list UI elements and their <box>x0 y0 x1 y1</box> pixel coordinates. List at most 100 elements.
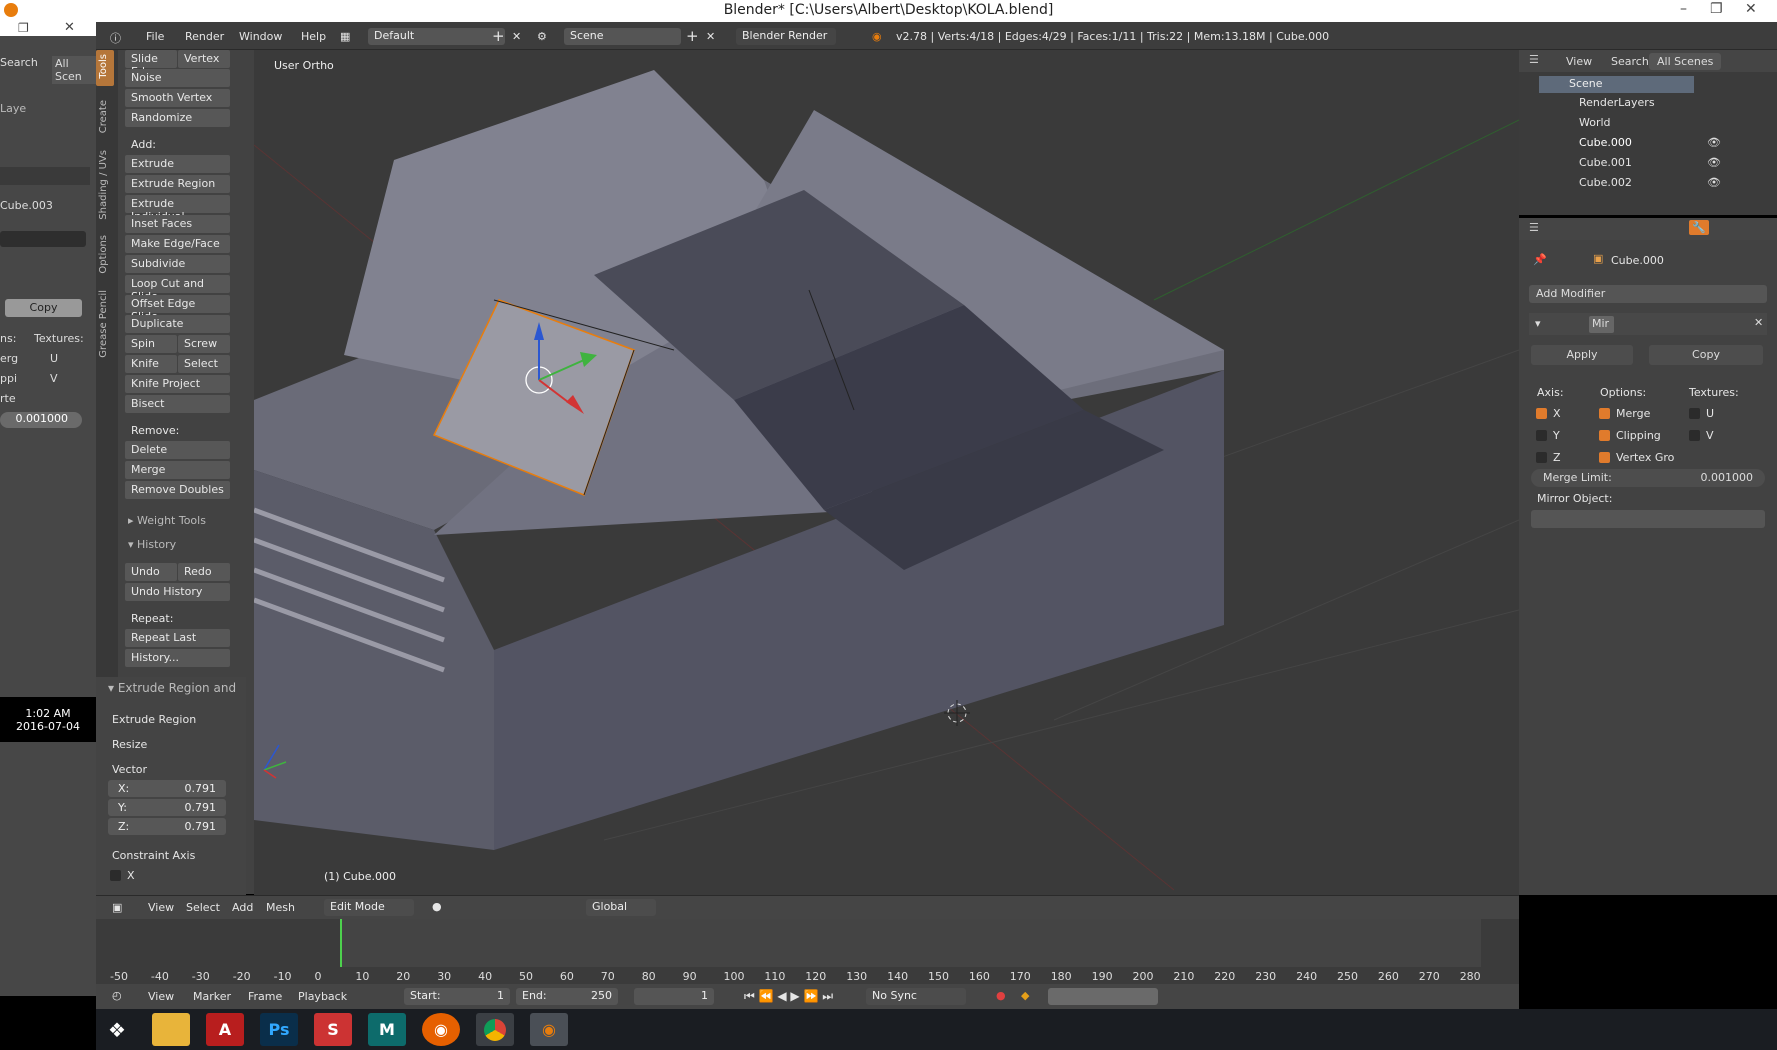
mode-select[interactable]: Edit Mode <box>324 899 414 916</box>
slide-vertex-button[interactable]: Vertex <box>178 50 230 68</box>
duplicate-button[interactable]: Duplicate <box>125 315 230 333</box>
layout-icon[interactable]: ▦ <box>340 30 350 43</box>
outliner-row-scene[interactable]: Scene <box>1539 76 1694 93</box>
outliner-editor-icon[interactable]: ☰ <box>1529 53 1539 66</box>
undo-history-button[interactable]: Undo History <box>125 583 230 601</box>
menu-add[interactable]: Add <box>232 901 253 914</box>
shading-icon[interactable]: ● <box>432 900 442 913</box>
chrome-icon[interactable] <box>476 1013 514 1046</box>
all-scenes-label[interactable]: All Scen <box>52 56 96 84</box>
menu-view[interactable]: View <box>148 901 174 914</box>
outliner-row-world[interactable]: World <box>1579 116 1611 129</box>
modifier-name-field[interactable]: Mir <box>1589 316 1614 333</box>
axis-z-checkbox[interactable]: Z <box>1536 451 1561 464</box>
current-frame-field[interactable]: 1 <box>634 988 714 1005</box>
collapse-arrow-icon[interactable]: ▾ <box>1535 317 1541 330</box>
menu-render[interactable]: Render <box>185 30 224 43</box>
history-panel-header[interactable]: ▾ History <box>128 538 176 551</box>
screw-button[interactable]: Screw <box>178 335 230 353</box>
keying-set-field[interactable] <box>1048 988 1158 1005</box>
make-edge-face-button[interactable]: Make Edge/Face <box>125 235 230 253</box>
axis-x-checkbox[interactable]: X <box>1536 407 1561 420</box>
keyframe-icon[interactable]: ◆ <box>1021 989 1029 1002</box>
outliner-row-cube000[interactable]: Cube.000 <box>1579 136 1632 149</box>
sync-select[interactable]: No Sync <box>866 988 966 1005</box>
spin-button[interactable]: Spin <box>125 335 177 353</box>
outliner-view-menu[interactable]: View <box>1566 55 1592 68</box>
tab-shading-uvs[interactable]: Shading / UVs <box>98 150 109 220</box>
orientation-select[interactable]: Global <box>586 899 656 916</box>
checkbox[interactable] <box>1689 430 1700 441</box>
timeline[interactable]: -50 -40 -30 -20 -10 0 10 20 30 40 50 60 70 80 90 100 110… <box>96 919 1519 984</box>
randomize-button[interactable]: Randomize <box>125 109 230 127</box>
checkbox[interactable] <box>1599 430 1610 441</box>
windows-start-icon[interactable]: ❖ <box>98 1013 136 1046</box>
editor-type-icon[interactable]: ▣ <box>112 901 122 914</box>
texture-v-checkbox[interactable]: V <box>1689 429 1714 442</box>
undo-button[interactable]: Undo <box>125 563 177 581</box>
tab-grease-pencil[interactable]: Grease Pencil <box>98 290 109 358</box>
scene-field[interactable]: Scene <box>564 28 681 45</box>
knife-project-button[interactable]: Knife Project <box>125 375 230 393</box>
merge-select[interactable]: Merge <box>125 461 230 479</box>
value-field[interactable]: 0.001000 <box>0 412 82 428</box>
checkbox[interactable] <box>110 870 121 881</box>
remove-modifier-icon[interactable]: ✕ <box>1754 316 1763 329</box>
extrude-region-button[interactable]: Extrude Region <box>125 175 230 193</box>
scene-icon[interactable]: ⚙ <box>537 30 547 43</box>
copy-button[interactable]: Copy <box>5 299 82 317</box>
history-button[interactable]: History... <box>125 649 230 667</box>
copy-button[interactable]: Copy <box>1649 345 1763 365</box>
extrude-individual-button[interactable]: Extrude Individual <box>125 195 230 223</box>
visibility-eye-icon[interactable]: 👁 <box>1707 136 1721 149</box>
menu-help[interactable]: Help <box>301 30 326 43</box>
slide-edge-button[interactable]: Slide Ed <box>125 50 177 78</box>
end-frame-field[interactable]: End: 250 <box>516 988 618 1005</box>
render-engine-select[interactable]: Blender Render <box>736 28 836 45</box>
menu-file[interactable]: File <box>146 30 164 43</box>
tab-create[interactable]: Create <box>98 100 109 133</box>
vector-y-field[interactable]: Y: 0.791 <box>108 799 226 816</box>
knife-button[interactable]: Knife <box>125 355 177 373</box>
outliner-search-menu[interactable]: Search <box>1611 55 1649 68</box>
checkbox[interactable] <box>1536 408 1547 419</box>
add-scene-icon[interactable]: + <box>686 27 699 45</box>
noise-button[interactable]: Noise <box>125 69 230 87</box>
checkbox[interactable] <box>1536 452 1547 463</box>
constraint-x-checkbox[interactable]: X <box>110 869 135 882</box>
menu-frame[interactable]: Frame <box>248 990 282 1003</box>
redo-button[interactable]: Redo <box>178 563 230 581</box>
record-icon[interactable]: ● <box>996 989 1006 1002</box>
close-icon[interactable]: ✕ <box>1745 1 1757 17</box>
maya-icon[interactable]: M <box>368 1013 406 1046</box>
vector-z-field[interactable]: Z: 0.791 <box>108 818 226 835</box>
vector-x-field[interactable]: X: 0.791 <box>108 780 226 797</box>
sketchup-icon[interactable]: S <box>314 1013 352 1046</box>
delete-select[interactable]: Delete <box>125 441 230 459</box>
visibility-eye-icon[interactable]: 👁 <box>1707 156 1721 169</box>
maximize-icon[interactable]: ❐ <box>1710 1 1723 17</box>
outliner-all-scenes[interactable]: All Scenes <box>1649 53 1722 70</box>
outliner-row-cube001[interactable]: Cube.001 <box>1579 156 1632 169</box>
checkbox[interactable] <box>1689 408 1700 419</box>
checkbox[interactable] <box>1599 452 1610 463</box>
playback-controls[interactable]: ⏮ ⏪ ◀ ▶ ⏩ ⏭ <box>744 989 833 1004</box>
restore-icon[interactable]: ❐ <box>18 22 29 35</box>
merge-checkbox[interactable]: Merge <box>1599 407 1650 420</box>
close-icon[interactable]: ✕ <box>64 22 75 35</box>
smooth-vertex-button[interactable]: Smooth Vertex <box>125 89 230 107</box>
axis-y-checkbox[interactable]: Y <box>1536 429 1560 442</box>
properties-editor-icon[interactable]: ☰ <box>1529 221 1539 234</box>
loop-cut-button[interactable]: Loop Cut and Slide <box>125 275 230 303</box>
start-frame-field[interactable]: Start: 1 <box>404 988 510 1005</box>
extrude-select[interactable]: Extrude <box>125 155 230 173</box>
minimize-icon[interactable]: – <box>1680 1 1687 17</box>
add-modifier-dropdown[interactable]: Add Modifier <box>1529 285 1767 303</box>
bisect-button[interactable]: Bisect <box>125 395 230 413</box>
acrobat-icon[interactable]: A <box>206 1013 244 1046</box>
remove-scene-icon[interactable]: ✕ <box>706 30 715 43</box>
operator-title[interactable]: ▾ Extrude Region and <box>108 681 236 695</box>
file-explorer-icon[interactable] <box>152 1013 190 1046</box>
editor-type-icon[interactable]: ◴ <box>112 989 122 1002</box>
menu-playback[interactable]: Playback <box>298 990 347 1003</box>
